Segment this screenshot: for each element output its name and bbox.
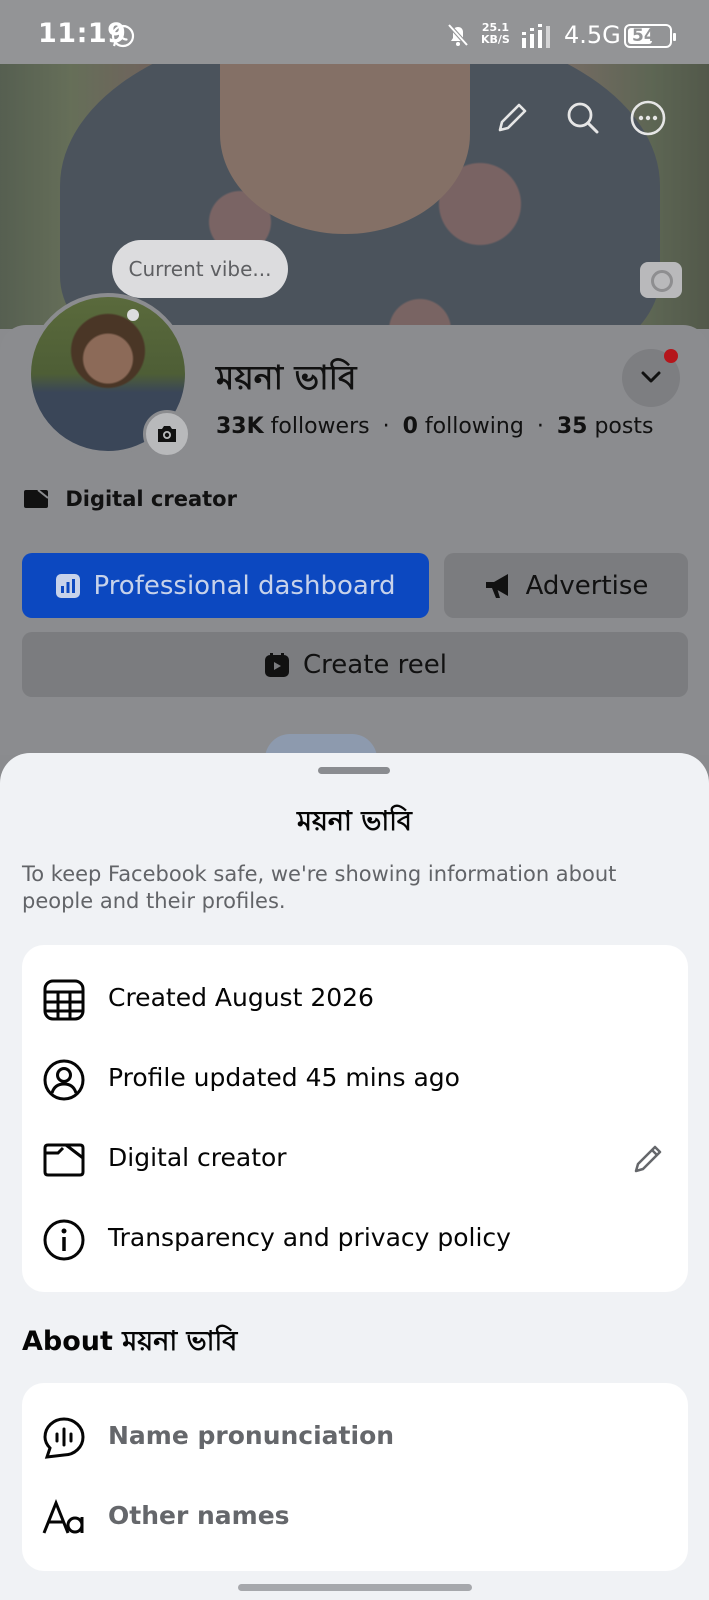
profile-info-sheet: ময়না ভাবি To keep Facebook safe, we're …: [0, 753, 709, 1600]
whatsapp-icon: [111, 24, 135, 48]
current-vibe-bubble[interactable]: Current vibe...: [112, 240, 288, 298]
info-row-updated: Profile updated 45 mins ago: [22, 1039, 688, 1119]
following-count: 0: [402, 414, 418, 439]
status-bar: 11:19 25.1 KB/S 4.5G 54: [0, 0, 709, 64]
network-type: 4.5G: [564, 21, 621, 49]
battery-level: 54: [632, 26, 656, 46]
home-indicator[interactable]: [238, 1584, 472, 1591]
about-row-label: Other names: [108, 1501, 290, 1530]
vibe-bubble-tail: [127, 309, 139, 321]
megaphone-icon: [485, 573, 508, 598]
advertise-button[interactable]: Advertise: [444, 553, 688, 618]
about-card: Name pronunciation Other names: [22, 1383, 688, 1571]
chevron-down-icon: [641, 371, 661, 383]
followers-label[interactable]: followers: [271, 414, 370, 439]
network-speed: 25.1 KB/S: [481, 22, 510, 46]
mute-bell-icon: [447, 23, 469, 47]
sheet-title: ময়না ভাবি: [297, 806, 412, 837]
signal-icon: [522, 24, 550, 48]
profile-name: ময়না ভাবি: [216, 358, 357, 397]
cover-camera-icon[interactable]: [640, 262, 682, 298]
following-label[interactable]: following: [425, 414, 524, 439]
notification-dot: [664, 349, 678, 363]
cover-photo[interactable]: [0, 64, 709, 329]
about-row-other-names[interactable]: Other names: [22, 1477, 688, 1557]
reel-icon: [265, 652, 289, 677]
sheet-drag-handle[interactable]: [318, 767, 390, 774]
info-card: Created August 2026 Profile updated 45 m…: [22, 945, 688, 1292]
category-label: Digital creator: [65, 487, 237, 511]
info-row-label: Transparency and privacy policy: [108, 1223, 511, 1252]
posts-label: posts: [594, 414, 654, 439]
battery-icon: 54: [624, 24, 676, 48]
dashboard-chart-icon: [56, 573, 81, 598]
edit-pencil-icon[interactable]: [492, 98, 532, 138]
advertise-label: Advertise: [525, 570, 649, 601]
professional-dashboard-button[interactable]: Professional dashboard: [22, 553, 429, 618]
profile-icon: [43, 1059, 85, 1101]
info-row-label: Profile updated 45 mins ago: [108, 1063, 460, 1092]
profile-dropdown-button[interactable]: [622, 349, 680, 407]
avatar-camera-icon[interactable]: [143, 410, 191, 458]
create-reel-button[interactable]: Create reel: [22, 632, 688, 697]
posts-count: 35: [556, 414, 588, 439]
text-aa-icon: [42, 1498, 84, 1534]
info-row-created: Created August 2026: [22, 959, 688, 1039]
info-icon: [43, 1219, 85, 1261]
about-row-pronunciation[interactable]: Name pronunciation: [22, 1397, 688, 1477]
info-row-label: Digital creator: [108, 1143, 287, 1172]
calendar-icon: [43, 979, 85, 1021]
edit-pencil-icon[interactable]: [632, 1141, 666, 1175]
category-line: Digital creator: [22, 487, 237, 511]
folder-icon: [24, 489, 49, 508]
info-row-transparency[interactable]: Transparency and privacy policy: [22, 1199, 688, 1279]
sheet-description: To keep Facebook safe, we're showing inf…: [22, 862, 617, 913]
info-row-label: Created August 2026: [108, 983, 374, 1012]
more-options-icon[interactable]: [628, 98, 668, 138]
about-title: About ময়না ভাবি: [22, 1326, 238, 1357]
search-icon[interactable]: [563, 98, 603, 138]
pronunciation-icon: [43, 1417, 85, 1459]
dashboard-label: Professional dashboard: [93, 570, 396, 601]
profile-stats: 33K followers · 0 following · 35 posts: [216, 414, 654, 439]
speed-unit: KB/S: [481, 33, 510, 46]
create-reel-label: Create reel: [303, 649, 447, 680]
followers-count: 33K: [216, 414, 264, 439]
info-row-category[interactable]: Digital creator: [22, 1119, 688, 1199]
folder-icon: [43, 1143, 85, 1177]
about-row-label: Name pronunciation: [108, 1421, 395, 1450]
